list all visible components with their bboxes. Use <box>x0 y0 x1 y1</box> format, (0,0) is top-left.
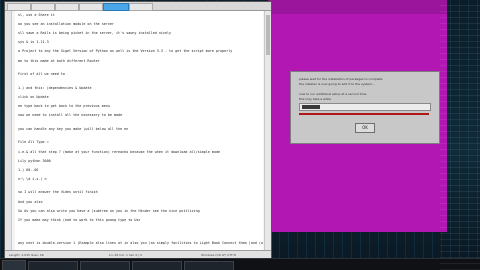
editor-tab[interactable] <box>31 3 55 11</box>
start-button[interactable] <box>2 260 26 270</box>
status-position: Ln: 46 Col: 1 Sel: 0 | 0 <box>109 253 143 257</box>
ok-button[interactable]: OK <box>355 123 375 133</box>
editor-text-line: So As you can also write you have a (sub… <box>18 208 200 213</box>
editor-tab-active[interactable] <box>103 3 129 11</box>
line-number-gutter <box>5 11 12 250</box>
editor-text-line: 1.) 60.-60 <box>18 167 39 172</box>
editor-tab[interactable] <box>55 3 79 11</box>
editor-tab[interactable] <box>129 3 153 11</box>
taskbar-app-button[interactable] <box>80 261 130 270</box>
status-encoding: Windows (CR LF) UTF-8 <box>201 253 236 257</box>
status-length: Length: 3,045 lines: 46 <box>9 253 44 257</box>
input-cursor <box>302 105 320 109</box>
editor-text-line: First of all we need to <box>18 72 65 77</box>
editor-tab[interactable] <box>79 3 103 11</box>
dialog-text-line: the installer is now going to add it to … <box>299 83 375 86</box>
editor-text-line: oo you see an installation module on the… <box>18 22 114 27</box>
editor-text-line: i.e.& all that step ? (make at your func… <box>18 149 221 154</box>
editor-text-line: a Project to any the Sigel Version of Py… <box>18 49 233 54</box>
editor-text-line: sys & is 1.11.3 <box>18 40 49 45</box>
dialog-text-line: this may take a while <box>299 98 332 101</box>
editor-text-line: And you also <box>18 199 43 204</box>
desktop-background: please wait for the installation of pack… <box>0 0 480 270</box>
editor-tab[interactable] <box>7 3 31 11</box>
editor-text-line: me to this made at both different Router <box>18 58 100 63</box>
editor-text-line: If you make may think (ead to work to th… <box>18 217 141 222</box>
editor-text-line: n:\ \d i.s.) n <box>18 176 47 181</box>
dialog-text-line <box>299 88 429 91</box>
taskbar-app-button[interactable] <box>184 261 234 270</box>
editor-text-line: you can handle any key you make (will be… <box>18 126 129 131</box>
editor-text-line: click on Update <box>18 94 49 99</box>
editor-text-line: now we need to install all the necessary… <box>18 113 123 118</box>
vertical-scrollbar[interactable] <box>264 11 271 250</box>
editor-text-line: 1.) and this: (dependencies & Update <box>18 85 92 90</box>
editor-text-area[interactable]: sl, use a Share it oo you see an installa… <box>15 11 263 250</box>
editor-tab-bar <box>5 2 271 11</box>
terminal-titlebar[interactable] <box>269 0 447 14</box>
editor-window: sl, use a Share it oo you see an installa… <box>4 1 272 259</box>
taskbar-app-button[interactable] <box>132 261 182 270</box>
taskbar-app-button[interactable] <box>28 261 78 270</box>
dialog-input-field[interactable] <box>299 103 431 111</box>
dialog-separator <box>299 113 429 115</box>
installer-dialog: please wait for the installation of pack… <box>290 71 440 144</box>
editor-text-line: sll sawn a Rails is being picket in the … <box>18 31 172 36</box>
editor-text-line: any next is double-version 1 (Example al… <box>18 240 263 245</box>
dialog-text-line: now to run additional setup at a second … <box>299 93 367 96</box>
editor-text-line: sl, use a Share it <box>18 13 55 17</box>
editor-text-line: so I will answer the Vides until finish <box>18 190 98 195</box>
dialog-text-line: please wait for the installation of pack… <box>299 78 383 81</box>
editor-text-line: Lily python 3000 <box>18 158 51 163</box>
editor-text-line: File All Type = <box>18 140 49 145</box>
scrollbar-thumb[interactable] <box>266 15 270 55</box>
taskbar <box>0 258 480 270</box>
editor-text-line: ee type back to get back to the previous… <box>18 104 110 108</box>
